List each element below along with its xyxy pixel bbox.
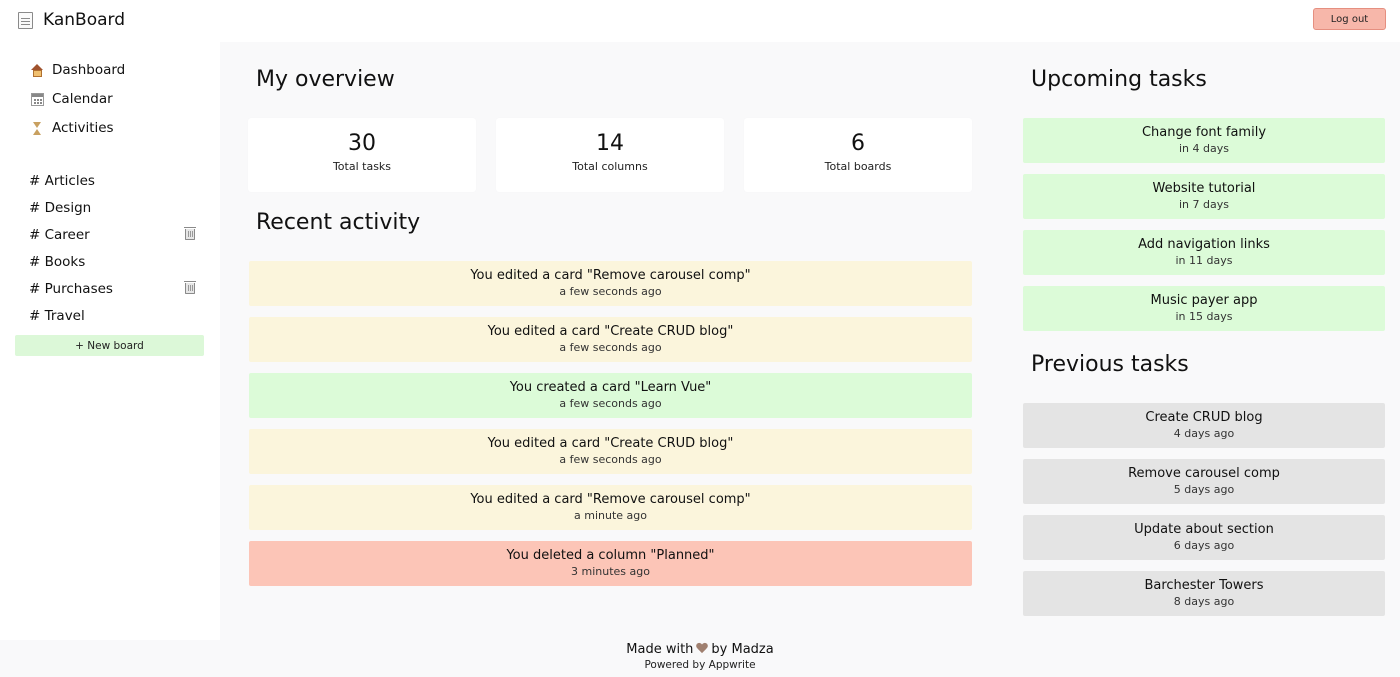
task-name: Music payer app (1150, 293, 1258, 308)
task-name: Barchester Towers (1144, 578, 1264, 593)
activity-item: You edited a card "Remove carousel comp"… (249, 485, 972, 530)
board-label: # Travel (29, 308, 85, 324)
activity-time: a few seconds ago (559, 341, 662, 354)
activity-time: a few seconds ago (559, 397, 662, 410)
board-label: # Design (29, 200, 92, 216)
stat-card-tasks: 30 Total tasks (248, 118, 476, 192)
task-due: in 15 days (1175, 310, 1233, 323)
stat-value: 14 (596, 131, 624, 156)
sidebar-item-label: Activities (52, 120, 114, 136)
board-item-articles[interactable]: # Articles (29, 171, 199, 191)
footer-made-with: Made with (626, 642, 694, 657)
sidebar-item-activities[interactable]: Activities (31, 118, 114, 138)
sidebar-item-label: Dashboard (52, 62, 126, 78)
stat-card-boards: 6 Total boards (744, 118, 972, 192)
task-due: in 11 days (1175, 254, 1233, 267)
upcoming-task-card[interactable]: Change font family in 4 days (1023, 118, 1385, 163)
previous-task-card[interactable]: Update about section 6 days ago (1023, 515, 1385, 560)
activity-text: You edited a card "Create CRUD blog" (487, 436, 734, 451)
task-name: Website tutorial (1152, 181, 1256, 196)
stat-label: Total columns (572, 160, 648, 173)
stat-label: Total boards (824, 160, 892, 173)
board-label: # Purchases (29, 281, 113, 297)
task-due: in 7 days (1179, 198, 1229, 211)
board-item-travel[interactable]: # Travel (29, 306, 199, 326)
activity-item: You edited a card "Create CRUD blog" a f… (249, 429, 972, 474)
calendar-icon (31, 92, 44, 106)
previous-task-card[interactable]: Remove carousel comp 5 days ago (1023, 459, 1385, 504)
board-item-books[interactable]: # Books (29, 252, 199, 272)
task-name: Change font family (1141, 125, 1267, 140)
app-title: KanBoard (43, 10, 126, 30)
stat-value: 6 (851, 131, 865, 156)
stat-value: 30 (348, 131, 376, 156)
stat-card-columns: 14 Total columns (496, 118, 724, 192)
activity-item: You created a card "Learn Vue" a few sec… (249, 373, 972, 418)
previous-task-card[interactable]: Barchester Towers 8 days ago (1023, 571, 1385, 616)
sidebar: Dashboard Calendar Activities # Articles… (0, 42, 220, 640)
activity-item: You edited a card "Remove carousel comp"… (249, 261, 972, 306)
top-header: KanBoard Log out (0, 0, 1400, 42)
board-item-purchases[interactable]: # Purchases (29, 279, 199, 299)
activity-time: a minute ago (574, 509, 647, 522)
task-name: Remove carousel comp (1128, 466, 1280, 481)
activity-text: You edited a card "Remove carousel comp" (470, 268, 751, 283)
activity-text: You edited a card "Remove carousel comp" (470, 492, 751, 507)
previous-tasks-title: Previous tasks (1031, 352, 1189, 377)
task-due: 5 days ago (1173, 483, 1235, 496)
activity-time: a few seconds ago (559, 453, 662, 466)
board-label: # Articles (29, 173, 95, 189)
board-item-career[interactable]: # Career (29, 225, 199, 245)
upcoming-task-card[interactable]: Website tutorial in 7 days (1023, 174, 1385, 219)
task-due: 8 days ago (1173, 595, 1235, 608)
hourglass-icon (31, 121, 44, 135)
task-name: Create CRUD blog (1145, 410, 1263, 425)
trash-icon[interactable] (184, 281, 196, 294)
sidebar-item-label: Calendar (52, 91, 113, 107)
upcoming-task-card[interactable]: Music payer app in 15 days (1023, 286, 1385, 331)
task-due: in 4 days (1179, 142, 1229, 155)
activity-text: You edited a card "Create CRUD blog" (487, 324, 734, 339)
task-due: 4 days ago (1173, 427, 1235, 440)
task-name: Add navigation links (1138, 237, 1270, 252)
activity-text: You created a card "Learn Vue" (509, 380, 712, 395)
stat-label: Total tasks (332, 160, 392, 173)
footer-credit: Made with by Madza (0, 642, 1400, 657)
upcoming-tasks-title: Upcoming tasks (1031, 67, 1207, 92)
trash-icon[interactable] (184, 227, 196, 240)
activity-time: 3 minutes ago (571, 565, 650, 578)
board-item-design[interactable]: # Design (29, 198, 199, 218)
previous-task-card[interactable]: Create CRUD blog 4 days ago (1023, 403, 1385, 448)
overview-title: My overview (256, 67, 395, 92)
house-icon (31, 63, 44, 77)
sidebar-item-calendar[interactable]: Calendar (31, 89, 113, 109)
activity-item: You edited a card "Create CRUD blog" a f… (249, 317, 972, 362)
board-label: # Books (29, 254, 86, 270)
footer-powered-by: Powered by Appwrite (644, 659, 756, 671)
notepad-icon (18, 11, 33, 29)
sidebar-item-dashboard[interactable]: Dashboard (31, 60, 125, 80)
task-due: 6 days ago (1173, 539, 1235, 552)
activity-item: You deleted a column "Planned" 3 minutes… (249, 541, 972, 586)
recent-activity-title: Recent activity (256, 210, 421, 235)
board-label: # Career (29, 227, 90, 243)
activity-text: You deleted a column "Planned" (506, 548, 715, 563)
heart-icon (696, 643, 708, 654)
new-board-button[interactable]: + New board (15, 335, 204, 356)
logout-button[interactable]: Log out (1313, 8, 1386, 30)
app-logo[interactable]: KanBoard (18, 8, 125, 32)
upcoming-task-card[interactable]: Add navigation links in 11 days (1023, 230, 1385, 275)
task-name: Update about section (1134, 522, 1274, 537)
activity-time: a few seconds ago (559, 285, 662, 298)
footer-author: by Madza (711, 642, 774, 657)
